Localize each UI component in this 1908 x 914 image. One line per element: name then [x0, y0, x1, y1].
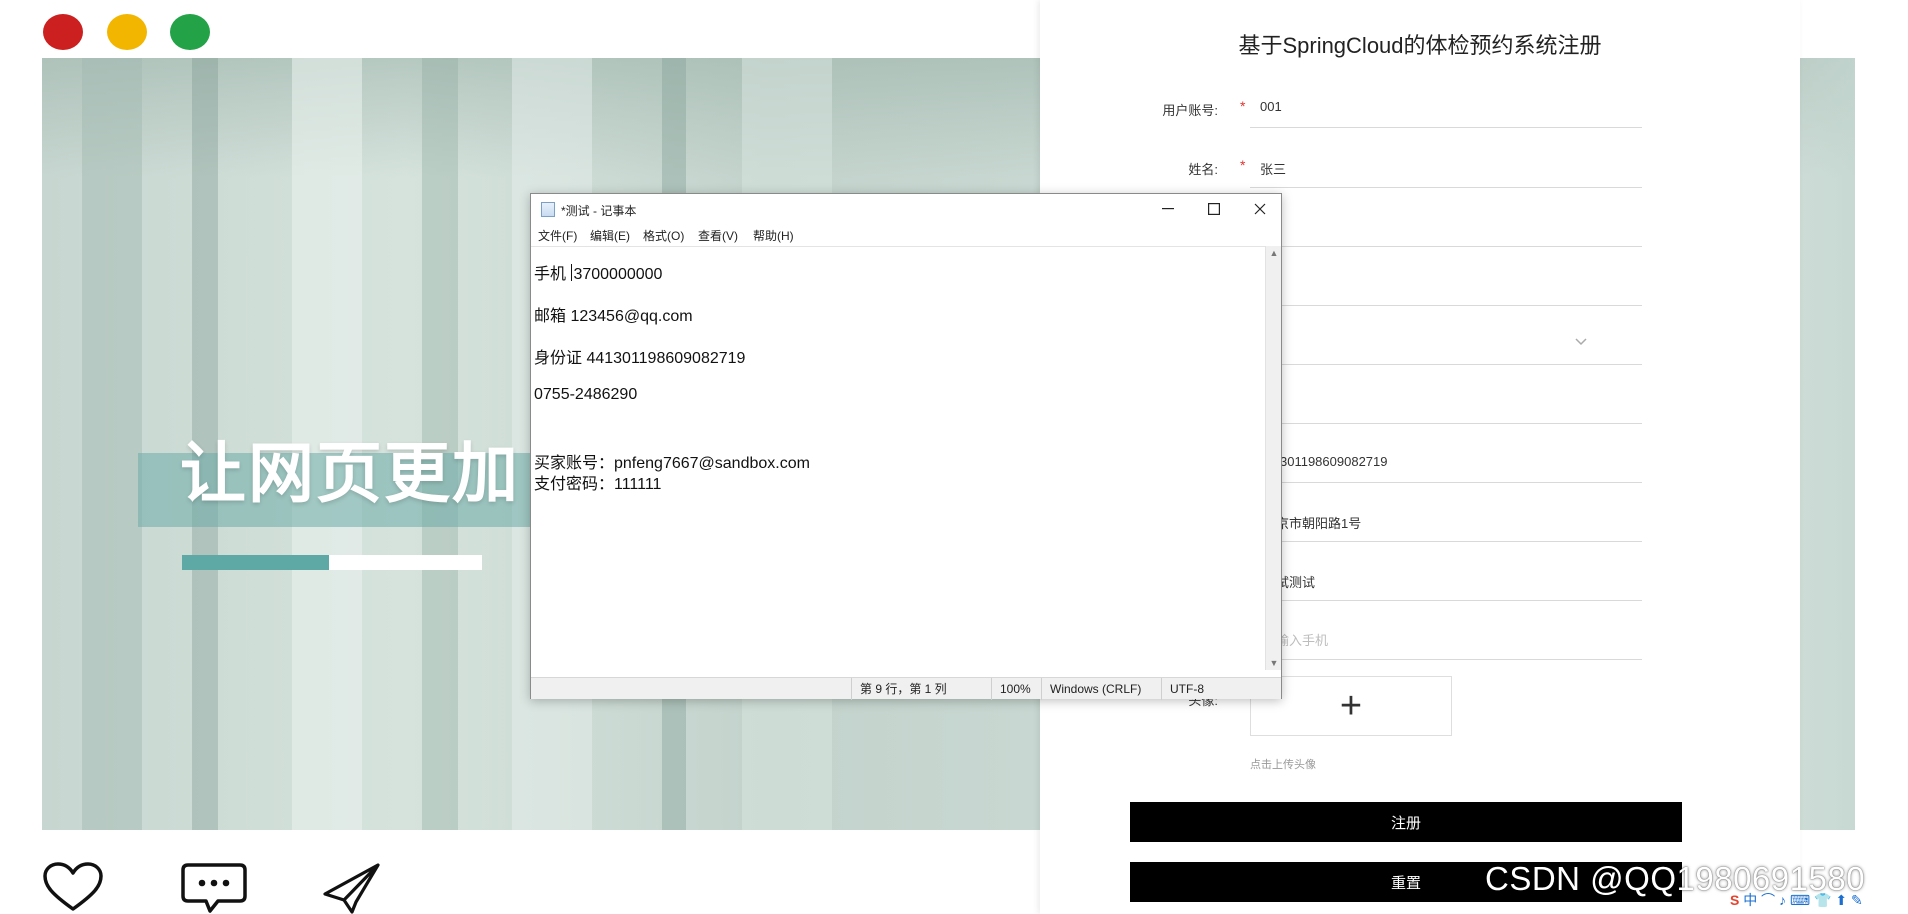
- status-position: 第 9 行，第 1 列: [851, 678, 991, 700]
- minimize-icon[interactable]: [1145, 194, 1191, 224]
- minimize-dot-icon[interactable]: [107, 14, 147, 50]
- menu-format[interactable]: 格式(O): [643, 227, 684, 244]
- idcard-underline: [1250, 482, 1642, 483]
- hero-progress-fill: [182, 555, 329, 570]
- close-dot-icon[interactable]: [43, 14, 83, 50]
- menu-edit[interactable]: 编辑(E): [590, 227, 630, 244]
- menu-help[interactable]: 帮助(H): [753, 227, 794, 244]
- phone-underline: [1250, 659, 1642, 660]
- text-line-idcard: 身份证 441301198609082719: [534, 350, 746, 367]
- account-input[interactable]: 001: [1260, 99, 1282, 114]
- text-line-paypwd: 支付密码：111111: [534, 476, 662, 493]
- notepad-icon: [541, 202, 555, 217]
- status-encoding: UTF-8: [1161, 678, 1267, 700]
- name-underline: [1250, 187, 1642, 188]
- vertical-scrollbar[interactable]: ▲ ▼: [1265, 246, 1281, 670]
- field-underline: [1250, 423, 1642, 424]
- maximize-dot-icon[interactable]: [170, 14, 210, 50]
- required-mark: *: [1240, 157, 1246, 173]
- notepad-text-area[interactable]: 手机 3700000000 邮箱 123456@qq.com 身份证 44130…: [531, 246, 1267, 670]
- sogou-icon: S: [1730, 892, 1740, 908]
- ime-tray: S 中 ⌒ ♪ ⌨ 👕 ⬆ ✎: [1730, 890, 1863, 910]
- idcard-input[interactable]: 301198609082719: [1280, 454, 1388, 469]
- phone-input[interactable]: 输入手机: [1276, 630, 1328, 649]
- hero-headline: 让网页更加: [180, 436, 520, 510]
- maximize-icon[interactable]: [1191, 194, 1237, 224]
- tray-icons: 中 ⌒ ♪ ⌨ 👕 ⬆ ✎: [1743, 892, 1863, 908]
- status-eol: Windows (CRLF): [1041, 678, 1161, 700]
- notepad-title: *测试 - 记事本: [561, 204, 637, 218]
- register-title: 基于SpringCloud的体检预约系统注册: [1238, 33, 1602, 58]
- notepad-menubar: 文件(F) 编辑(E) 格式(O) 查看(V) 帮助(H): [531, 224, 1281, 244]
- name-input[interactable]: 张三: [1260, 159, 1286, 178]
- notepad-window: *测试 - 记事本 文件(F) 编辑(E) 格式(O) 查看(V) 帮助(H) …: [530, 193, 1282, 700]
- account-underline: [1250, 127, 1642, 128]
- remark-underline: [1250, 600, 1642, 601]
- chevron-down-icon[interactable]: [1574, 336, 1588, 350]
- status-zoom: 100%: [991, 678, 1041, 700]
- notepad-titlebar[interactable]: *测试 - 记事本: [531, 194, 1281, 224]
- scroll-up-icon[interactable]: ▲: [1266, 248, 1282, 258]
- comment-icon[interactable]: [180, 862, 248, 914]
- required-mark: *: [1240, 98, 1246, 114]
- account-label: 用户账号:: [1162, 103, 1218, 118]
- heart-icon[interactable]: [42, 862, 104, 914]
- name-label: 姓名:: [1188, 162, 1218, 177]
- notepad-statusbar: 第 9 行，第 1 列 100% Windows (CRLF) UTF-8: [531, 677, 1281, 700]
- text-line-tel: 0755-2486290: [534, 386, 638, 403]
- close-icon[interactable]: [1237, 194, 1283, 224]
- text-line-phone: 手机 3700000000: [534, 260, 662, 284]
- field-underline: [1250, 305, 1642, 306]
- text-phone-prefix: 手机: [534, 266, 571, 283]
- select-underline: [1250, 364, 1642, 365]
- menu-file[interactable]: 文件(F): [538, 227, 577, 244]
- scroll-down-icon[interactable]: ▼: [1266, 658, 1282, 668]
- menu-view[interactable]: 查看(V): [698, 227, 738, 244]
- page: 让网页更加 基于SpringCloud的体检预约系统注册 用户账号: * 001…: [0, 0, 1908, 914]
- avatar-hint: 点击上传头像: [1250, 759, 1316, 771]
- register-button[interactable]: 注册: [1130, 802, 1682, 842]
- address-input[interactable]: 京市朝阳路1号: [1276, 513, 1361, 532]
- address-underline: [1250, 541, 1642, 542]
- send-icon[interactable]: [322, 862, 382, 914]
- field-underline: [1250, 246, 1642, 247]
- text-line-email: 邮箱 123456@qq.com: [534, 308, 693, 325]
- hero-column-decor: [82, 58, 142, 830]
- hero-progress-bar: [182, 555, 482, 570]
- text-phone-rest: 3700000000: [573, 266, 663, 283]
